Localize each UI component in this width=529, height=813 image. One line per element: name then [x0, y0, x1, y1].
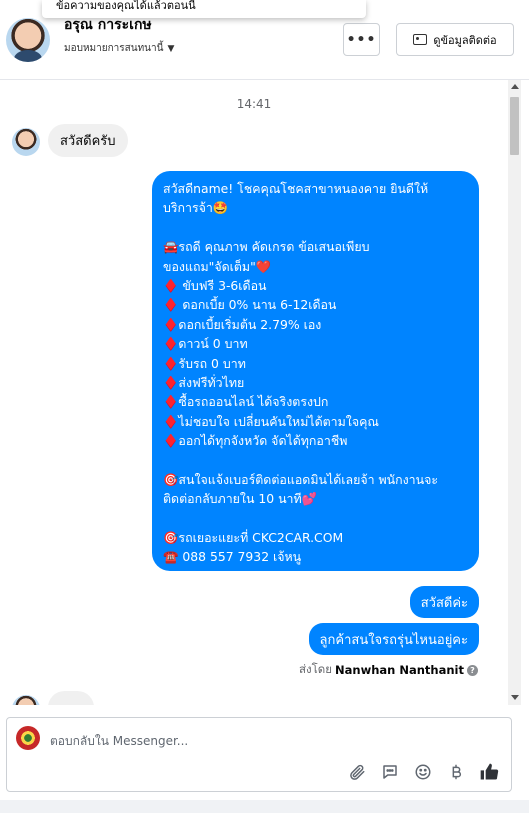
outgoing-message[interactable]: สวัสดีค่ะ: [409, 586, 479, 618]
message-line: ของแถม"จัดเต็ม"❤️: [163, 258, 272, 274]
more-options-button[interactable]: •••: [343, 23, 380, 56]
outgoing-message-text: สวัสดีค่ะ: [420, 595, 468, 611]
view-contact-info-button[interactable]: ดูข้อมูลติดต่อ: [396, 23, 514, 56]
message-thread[interactable]: 14:41 สวัสดีครับ สวัสดีname! โชคคุณโชคสา…: [0, 80, 508, 705]
help-icon[interactable]: ?: [467, 664, 478, 676]
message-line: ♦️รับรถ 0 บาท: [163, 355, 246, 371]
outgoing-message[interactable]: ลูกค้าสนใจรถรุ่นไหนอยู่คะ: [308, 623, 479, 655]
view-contact-info-label: ดูข้อมูลติดต่อ: [433, 33, 497, 47]
scroll-up-arrow-icon[interactable]: [511, 84, 519, 89]
notification-tooltip: ข้อความของคุณได้แล้วตอนนี้: [42, 0, 366, 18]
message-line: ♦️ไม่ชอบใจ เปลี่ยนคันใหม่ได้ตามใจคุณ: [163, 413, 379, 429]
typing-indicator: [48, 691, 94, 705]
smile-icon[interactable]: [411, 760, 435, 784]
page-avatar: [16, 726, 40, 750]
message-line: ♦️ ขับฟรี 3-6เดือน: [163, 277, 267, 293]
message-line: ♦️ดอกเบี้ยเริ่มต้น 2.79% เอง: [163, 316, 322, 332]
outgoing-welcome-message[interactable]: สวัสดีname! โชคคุณโชคสาขาหนองคาย ยินดีให…: [152, 171, 479, 571]
paperclip-icon[interactable]: [345, 760, 369, 784]
sent-by-info: ส่งโดย Nanwhan Nanthanit ?: [299, 661, 478, 679]
contact-card-icon: [413, 34, 428, 45]
message-line: ☎️ 088 557 7932 เจ้หนู: [163, 549, 302, 565]
contact-avatar[interactable]: [6, 18, 50, 62]
baht-icon[interactable]: [444, 760, 468, 784]
thread-scrollbar[interactable]: [508, 80, 521, 705]
message-line: สวัสดีname! โชคคุณโชคสาขาหนองคาย ยินดีให…: [163, 181, 429, 196]
assign-label: มอบหมายการสนทนานี้: [64, 43, 164, 54]
reply-input[interactable]: [50, 732, 490, 750]
message-line: 🚘รถดี คุณภาพ คัดเกรด ข้อเสนอเพียบ: [163, 239, 370, 255]
sent-by-prefix: ส่งโดย: [298, 662, 333, 676]
assign-conversation-button[interactable]: มอบหมายการสนทนานี้ ▼: [64, 41, 174, 56]
message-line: 🎯สนใจแจ้งเบอร์ติดต่อแอดมินได้เลยจ้า พนัก…: [163, 471, 439, 487]
scroll-thumb[interactable]: [510, 97, 519, 155]
message-line: 🎯รถเยอะแยะที่ CKC2CAR.COM: [163, 530, 344, 546]
message-line: บริการจ้า🤩: [163, 200, 229, 216]
message-line: ♦️ ดอกเบี้ย 0% นาน 6-12เดือน: [163, 297, 337, 313]
composer-toolbar: [345, 760, 501, 784]
thumbs-up-icon[interactable]: [477, 760, 501, 784]
message-line: ♦️ออกได้ทุกจังหวัด จัดได้ทุกอาชีพ: [163, 433, 348, 449]
message-line: ♦️ซื้อรถออนไลน์ ได้จริงตรงปก: [163, 394, 329, 410]
message-line: ♦️ดาวน์ 0 บาท: [163, 336, 248, 352]
sender-avatar[interactable]: [12, 128, 40, 156]
caret-down-icon: ▼: [167, 43, 175, 54]
incoming-message[interactable]: สวัสดีครับ: [48, 124, 128, 157]
reply-composer: [6, 717, 512, 792]
message-line: ติดต่อกลับภายใน 10 นาที💕: [163, 491, 318, 507]
message-line: ♦️ส่งฟรีทั่วไทย: [163, 374, 245, 390]
scroll-down-arrow-icon[interactable]: [511, 695, 519, 700]
window-bottom-edge: [0, 800, 529, 813]
sent-by-name[interactable]: Nanwhan Nanthanit: [335, 663, 464, 677]
message-timestamp: 14:41: [236, 97, 272, 111]
chat-bubble-icon[interactable]: [378, 760, 402, 784]
sender-avatar[interactable]: [12, 695, 40, 705]
incoming-message-text: สวัสดีครับ: [60, 134, 116, 149]
more-icon: •••: [346, 31, 377, 48]
outgoing-message-text: ลูกค้าสนใจรถรุ่นไหนอยู่คะ: [319, 632, 468, 648]
